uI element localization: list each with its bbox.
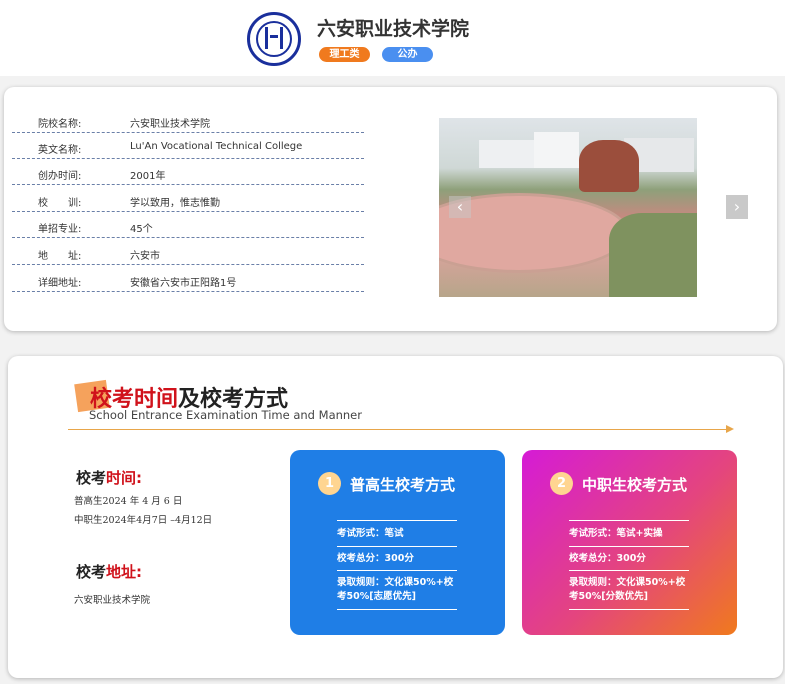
exam-info-card: 校考时间及校考方式 School Entrance Examination Ti… [8, 356, 783, 678]
info-row-name: 院校名称: 六安职业技术学院 [12, 107, 364, 133]
info-key: 创办时间: [38, 171, 82, 182]
exam-time-general: 普高生2024 年 4 月 6 日 [74, 496, 183, 507]
carousel-prev-icon[interactable]: ‹ [449, 196, 471, 218]
info-key: 详细地址: [38, 278, 82, 289]
title-divider [68, 429, 728, 430]
vocational-student-exam-box: 2 中职生校考方式 考试形式：笔试+实操 校考总分：300分 录取规则：文化课5… [522, 450, 737, 635]
info-row-motto: 校 训: 学以致用，惟志惟勤 [12, 186, 364, 212]
info-key: 英文名称: [38, 145, 82, 156]
exam-address-label: 校考地址: [76, 563, 143, 581]
info-row-city: 地 址: 六安市 [12, 239, 364, 265]
info-row-address: 详细地址: 安徽省六安市正阳路1号 [12, 266, 364, 292]
info-row-english-name: 英文名称: Lu'An Vocational Technical College [12, 133, 364, 159]
exam-total-score: 校考总分：300分 [569, 553, 646, 564]
general-student-exam-box: 1 普高生校考方式 考试形式：笔试 校考总分：300分 录取规则：文化课50%+… [290, 450, 505, 635]
box-title: 中职生校考方式 [582, 476, 688, 494]
school-info-card: 院校名称: 六安职业技术学院 英文名称: Lu'An Vocational Te… [4, 87, 777, 331]
school-header: 六安职业技术学院 理工类 公办 [0, 0, 785, 76]
info-value: 2001年 [130, 171, 166, 182]
number-badge: 1 [318, 472, 341, 495]
info-value: Lu'An Vocational Technical College [130, 141, 303, 152]
exam-format: 考试形式：笔试+实操 [569, 528, 663, 539]
box-title: 普高生校考方式 [350, 476, 456, 494]
arrow-right-icon [726, 425, 734, 433]
info-row-majors: 单招专业: 45个 [12, 212, 364, 238]
school-logo-icon [247, 12, 301, 66]
carousel-next-icon[interactable]: › [726, 195, 748, 219]
category-badge: 理工类 [319, 47, 370, 62]
section-subtitle: School Entrance Examination Time and Man… [89, 408, 362, 422]
exam-address-value: 六安职业技术学院 [74, 595, 151, 606]
school-title: 六安职业技术学院 [317, 18, 470, 40]
info-value: 安徽省六安市正阳路1号 [130, 278, 237, 289]
admission-rule: 录取规则：文化课50%+校考50%[分数优先] [569, 577, 686, 602]
info-key: 单招专业: [38, 224, 82, 235]
info-value: 45个 [130, 224, 153, 235]
exam-format: 考试形式：笔试 [337, 528, 404, 539]
admission-rule: 录取规则：文化课50%+校考50%[志愿优先] [337, 577, 454, 602]
exam-time-label: 校考时间: [76, 469, 143, 487]
info-value: 六安市 [130, 251, 160, 262]
number-badge: 2 [550, 472, 573, 495]
campus-photo: ‹ [439, 118, 697, 297]
exam-time-vocational: 中职生2024年4月7日 –4月12日 [74, 515, 213, 526]
info-key: 校 训: [38, 198, 82, 209]
exam-total-score: 校考总分：300分 [337, 553, 414, 564]
info-value: 六安职业技术学院 [130, 119, 210, 130]
info-key: 院校名称: [38, 119, 82, 130]
info-value: 学以致用，惟志惟勤 [130, 198, 220, 209]
info-key: 地 址: [38, 251, 82, 262]
ownership-badge: 公办 [382, 47, 433, 62]
info-row-founded: 创办时间: 2001年 [12, 159, 364, 185]
